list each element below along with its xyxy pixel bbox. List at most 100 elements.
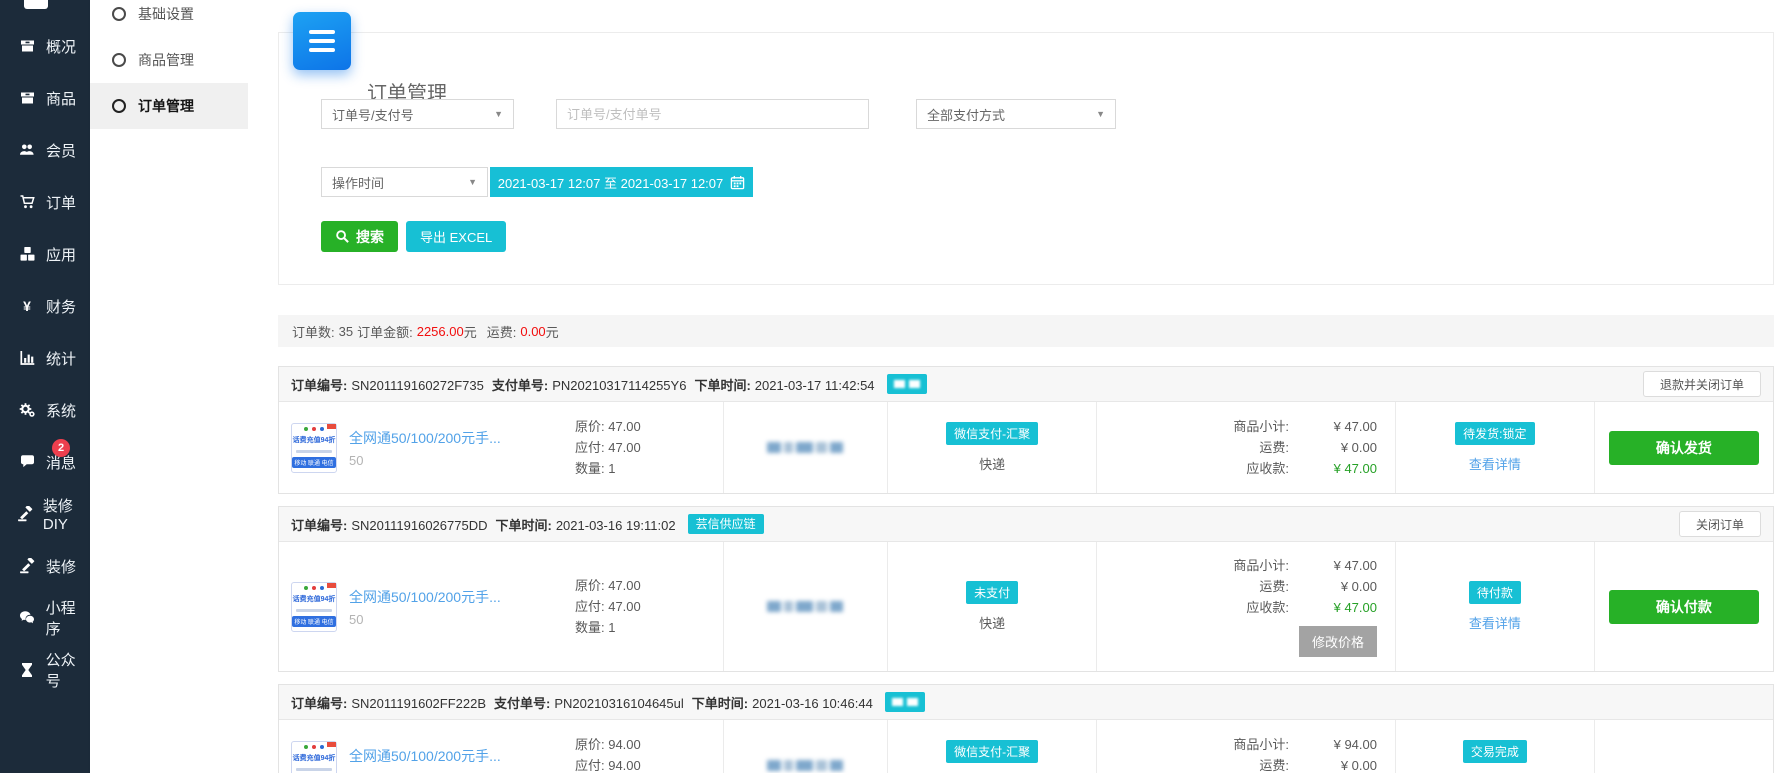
censored-buyer-name xyxy=(767,760,843,771)
sidebar-item-members[interactable]: 会员 xyxy=(0,124,90,176)
hamburger-icon xyxy=(309,30,335,34)
order-body: 话费充值94折 移动 联通 电信 全网通50/100/200元手... 50 原… xyxy=(279,542,1773,671)
confirm-action-button[interactable]: 确认付款 xyxy=(1609,590,1759,624)
order-summary-bar: 订单数: 35 订单金额: 2256.00元 运费: 0.00元 xyxy=(278,315,1774,347)
sidebar-item-apps[interactable]: 应用 xyxy=(0,228,90,280)
money-cell: 商品小计:¥ 47.00 运费:¥ 0.00 应收款:¥ 47.00 修改价格 xyxy=(1096,542,1395,671)
supplier-badge: 芸信供应链 xyxy=(688,514,764,534)
sidebar-item-label: 装修 xyxy=(46,556,76,577)
buyer-cell xyxy=(723,402,887,493)
action-cell xyxy=(1594,720,1773,773)
payment-method-badge: 微信支付-汇聚 xyxy=(946,422,1038,445)
submenu-item-basic-settings[interactable]: 基础设置 xyxy=(90,0,248,37)
archive-icon xyxy=(16,38,38,55)
submenu-item-label: 商品管理 xyxy=(138,50,194,70)
product-cell: 话费充值94折 移动 联通 电信 全网通50/100/200元手... 100 … xyxy=(279,720,723,773)
paid-price: 应付: 47.00 xyxy=(575,596,641,617)
order-body: 话费充值94折 移动 联通 电信 全网通50/100/200元手... 50 原… xyxy=(279,402,1773,493)
order-block: 订单编号:SN2011191602FF222B 支付单号:PN202103161… xyxy=(278,684,1774,773)
subtotal-value: ¥ 94.00 xyxy=(1289,735,1377,755)
gavel-icon xyxy=(16,506,35,523)
submenu-item-order-manage[interactable]: 订单管理 xyxy=(90,83,248,129)
circle-icon xyxy=(112,7,126,21)
product-cell: 话费充值94折 移动 联通 电信 全网通50/100/200元手... 50 原… xyxy=(279,402,723,493)
sidebar-item-official-account[interactable]: 公众号 xyxy=(0,644,90,696)
freight-value: ¥ 0.00 xyxy=(1289,756,1377,773)
order-amount: 2256.00 xyxy=(417,324,464,339)
circle-icon xyxy=(112,99,126,113)
product-name-link[interactable]: 全网通50/100/200元手... xyxy=(349,587,539,607)
action-cell: 确认付款 xyxy=(1594,542,1773,671)
product-spec: 50 xyxy=(349,612,539,627)
time-type-select[interactable]: 操作时间 ▼ xyxy=(321,167,488,197)
search-type-select[interactable]: 订单号/支付号 ▼ xyxy=(321,99,514,129)
product-prices: 原价: 94.00 应付: 94.00 数量: 1 xyxy=(575,734,641,773)
receivable-value: ¥ 47.00 xyxy=(1289,459,1377,479)
search-input[interactable] xyxy=(556,99,869,129)
censored-badge xyxy=(885,692,925,712)
sidebar-item-overview[interactable]: 概况 xyxy=(0,20,90,72)
product-prices: 原价: 47.00 应付: 47.00 数量: 1 xyxy=(575,416,641,479)
sidebar-item-deco-diy[interactable]: 装修DIY xyxy=(0,488,90,540)
chart-icon xyxy=(16,350,38,367)
order-number: SN201119160272F735 xyxy=(351,378,484,393)
order-status-badge: 待付款 xyxy=(1469,581,1521,604)
sidebar-item-messages[interactable]: 消息 2 xyxy=(0,436,90,488)
sidebar-item-stats[interactable]: 统计 xyxy=(0,332,90,384)
secondary-sidebar: 基础设置 商品管理 订单管理 xyxy=(90,0,249,773)
subtotal-value: ¥ 47.00 xyxy=(1289,556,1377,576)
secondary-sidebar-nav: 基础设置 商品管理 订单管理 xyxy=(90,0,248,129)
search-button[interactable]: 搜索 xyxy=(321,221,398,252)
product-name-link[interactable]: 全网通50/100/200元手... xyxy=(349,746,539,766)
confirm-action-button[interactable]: 确认发货 xyxy=(1609,431,1759,465)
sidebar-item-label: 订单 xyxy=(46,192,76,213)
order-header: 订单编号:SN2011191602FF222B 支付单号:PN202103161… xyxy=(279,685,1773,720)
order-header-action-button[interactable]: 关闭订单 xyxy=(1679,511,1761,537)
action-cell: 确认发货 xyxy=(1594,402,1773,493)
sidebar-item-deco[interactable]: 装修 xyxy=(0,540,90,592)
order-number: SN20111916026775DD xyxy=(351,518,487,533)
sidebar-item-label: 概况 xyxy=(46,36,76,57)
sidebar-item-mini-program[interactable]: 小程序 xyxy=(0,592,90,644)
paid-price: 应付: 94.00 xyxy=(575,755,641,773)
view-details-link[interactable]: 查看详情 xyxy=(1469,613,1521,632)
export-excel-button[interactable]: 导出 EXCEL xyxy=(406,221,506,252)
modify-price-button[interactable]: 修改价格 xyxy=(1299,626,1377,657)
order-list: 订单编号:SN201119160272F735 支付单号:PN202103171… xyxy=(278,366,1774,773)
status-cell: 交易完成 查看详情 xyxy=(1395,720,1594,773)
chevron-down-icon: ▼ xyxy=(494,109,503,119)
receivable-value: ¥ 47.00 xyxy=(1289,598,1377,618)
wechat-icon xyxy=(16,610,38,627)
menu-toggle-button[interactable] xyxy=(293,12,351,70)
payment-method-badge: 未支付 xyxy=(966,581,1018,604)
sidebar-item-partial-icon xyxy=(24,0,48,9)
submenu-item-goods-manage[interactable]: 商品管理 xyxy=(90,37,248,83)
chevron-down-icon: ▼ xyxy=(1096,109,1105,119)
sidebar-item-system[interactable]: 系统 xyxy=(0,384,90,436)
money-cell: 商品小计:¥ 47.00 运费:¥ 0.00 应收款:¥ 47.00 xyxy=(1096,402,1395,493)
sidebar-item-finance[interactable]: ¥ 财务 xyxy=(0,280,90,332)
view-details-link[interactable]: 查看详情 xyxy=(1469,454,1521,473)
message-count-badge: 2 xyxy=(52,439,70,457)
users-icon xyxy=(16,142,38,159)
main-content: 订单管理 订单号/支付号 ▼ 全部支付方式 ▼ 操作时间 ▼ 2021-03-1… xyxy=(248,0,1781,773)
pay-method-select[interactable]: 全部支付方式 ▼ xyxy=(916,99,1116,129)
product-name-link[interactable]: 全网通50/100/200元手... xyxy=(349,428,539,448)
search-icon xyxy=(335,229,350,244)
order-header-action-button[interactable]: 退款并关闭订单 xyxy=(1643,371,1761,397)
sidebar-item-goods[interactable]: 商品 xyxy=(0,72,90,124)
sidebar-item-label: 系统 xyxy=(46,400,76,421)
quantity: 数量: 1 xyxy=(575,458,641,479)
original-price: 原价: 47.00 xyxy=(575,416,641,437)
gavel-icon xyxy=(16,558,38,575)
comment-icon xyxy=(16,454,38,471)
product-spec: 50 xyxy=(349,453,539,468)
order-number: SN2011191602FF222B xyxy=(351,696,486,711)
archive-icon xyxy=(16,90,38,107)
sidebar-item-orders[interactable]: 订单 xyxy=(0,176,90,228)
freight-value: ¥ 0.00 xyxy=(1289,577,1377,597)
freight-value: ¥ 0.00 xyxy=(1289,438,1377,458)
date-range-button[interactable]: 2021-03-17 12:07 至 2021-03-17 12:07 xyxy=(490,167,753,197)
payment-method-badge: 微信支付-汇聚 xyxy=(946,740,1038,763)
order-time: 2021-03-16 19:11:02 xyxy=(556,518,676,533)
